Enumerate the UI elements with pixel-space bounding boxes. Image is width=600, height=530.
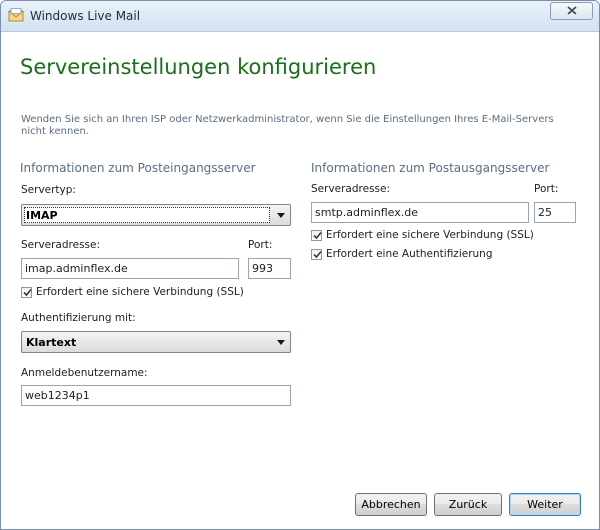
auth-method-select[interactable]: Klartext: [21, 331, 291, 353]
incoming-ssl-label: Erfordert eine sichere Verbindung (SSL): [36, 286, 244, 298]
outgoing-ssl-checkbox[interactable]: [311, 229, 322, 241]
window-title: Windows Live Mail: [30, 9, 141, 23]
outgoing-auth-checkbox[interactable]: [311, 248, 322, 260]
incoming-port-input[interactable]: 993: [248, 258, 291, 279]
next-button[interactable]: Weiter: [509, 493, 581, 516]
outgoing-port-input[interactable]: 25: [534, 202, 576, 223]
outgoing-section-title: Informationen zum Postausgangsserver: [311, 161, 550, 175]
close-button[interactable]: [550, 2, 593, 20]
outgoing-ssl-checkbox-row[interactable]: Erfordert eine sichere Verbindung (SSL): [311, 228, 534, 242]
back-button[interactable]: Zurück: [434, 493, 502, 516]
cancel-button[interactable]: Abbrechen: [355, 493, 427, 516]
server-type-select[interactable]: IMAP: [21, 204, 291, 226]
server-type-value: IMAP: [26, 209, 58, 222]
windows-live-mail-icon: [8, 8, 24, 22]
auth-label: Authentifizierung mit:: [21, 312, 136, 324]
outgoing-auth-checkbox-row[interactable]: Erfordert eine Authentifizierung: [311, 247, 492, 261]
page-subtext: Wenden Sie sich an Ihren ISP oder Netzwe…: [21, 114, 554, 137]
page-title: Servereinstellungen konfigurieren: [20, 55, 377, 79]
incoming-section-title: Informationen zum Posteingangsserver: [20, 161, 256, 175]
close-icon: [566, 5, 577, 18]
chevron-down-icon: [277, 213, 285, 218]
title-bar[interactable]: Windows Live Mail: [1, 1, 599, 32]
incoming-ssl-checkbox[interactable]: [21, 286, 32, 298]
login-username-input[interactable]: web1234p1: [21, 385, 291, 406]
incoming-server-address-input[interactable]: imap.adminflex.de: [21, 258, 239, 279]
auth-method-value: Klartext: [26, 336, 77, 349]
outgoing-auth-label: Erfordert eine Authentifizierung: [326, 248, 493, 260]
outgoing-server-address-input[interactable]: smtp.adminflex.de: [311, 202, 529, 223]
outgoing-ssl-label: Erfordert eine sichere Verbindung (SSL): [326, 229, 534, 241]
incoming-ssl-checkbox-row[interactable]: Erfordert eine sichere Verbindung (SSL): [21, 285, 244, 299]
focus-outline: [24, 207, 270, 223]
outgoing-port-label: Port:: [534, 183, 559, 195]
incoming-server-address-label: Serveradresse:: [21, 239, 101, 251]
outgoing-server-address-label: Serveradresse:: [311, 183, 391, 195]
incoming-port-label: Port:: [248, 239, 273, 251]
dialog-window: Windows Live Mail Servereinstellungen ko…: [0, 0, 600, 530]
server-type-label: Servertyp:: [21, 184, 76, 196]
chevron-down-icon: [277, 340, 285, 345]
login-username-label: Anmeldebenutzername:: [21, 367, 148, 379]
